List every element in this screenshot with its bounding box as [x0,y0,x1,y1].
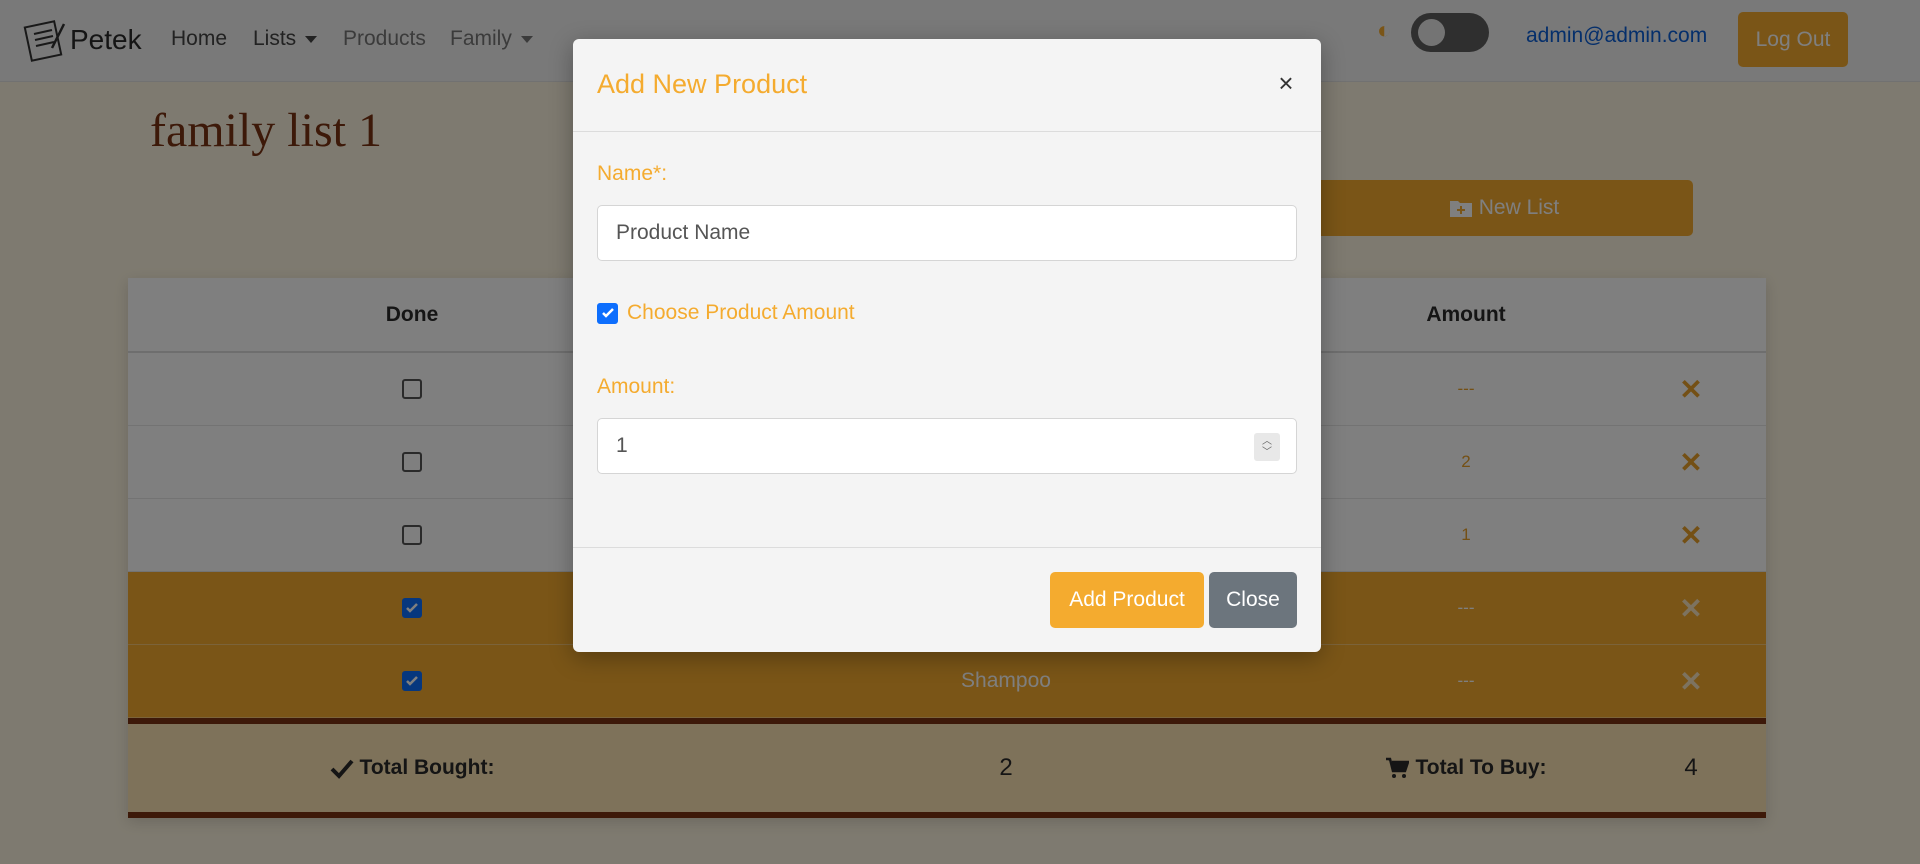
add-product-modal: Add New Product × Name*: Product Name Ch… [573,39,1321,652]
amount-stepper[interactable]: ︿ ﹀ [1254,433,1280,461]
check-icon [601,308,614,318]
chevron-up-icon[interactable]: ︿ [1262,436,1272,447]
amount-input[interactable]: 1 ︿ ﹀ [597,418,1297,474]
close-icon[interactable]: × [1271,68,1301,98]
product-name-input[interactable]: Product Name [597,205,1297,261]
amount-label: Amount: [597,375,676,398]
add-product-button[interactable]: Add Product [1050,572,1204,628]
modal-footer: Add Product Close [573,547,1321,652]
modal-header: Add New Product × [573,39,1321,132]
name-label: Name*: [597,162,668,185]
close-button[interactable]: Close [1209,572,1297,628]
choose-amount-row: Choose Product Amount [597,301,855,325]
modal-title: Add New Product [597,69,808,99]
choose-amount-checkbox[interactable] [597,302,618,324]
amount-value: 1 [616,434,628,457]
choose-amount-label: Choose Product Amount [627,301,855,324]
chevron-down-icon[interactable]: ﹀ [1262,447,1272,458]
